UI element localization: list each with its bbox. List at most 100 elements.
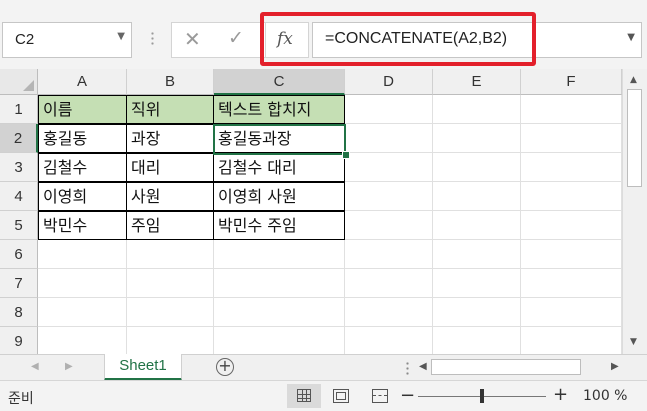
vertical-scrollbar[interactable]: ▲ ▼ <box>622 69 647 354</box>
expand-formula-icon[interactable]: ▼ <box>627 32 635 43</box>
drag-handle-icon[interactable] <box>151 31 154 47</box>
cell-a1[interactable]: 이름 <box>38 95 127 124</box>
cell-a2[interactable]: 홍길동 <box>38 124 127 153</box>
empty-cell[interactable] <box>214 269 345 298</box>
cell-a4[interactable]: 이영희 <box>38 182 127 211</box>
empty-cell[interactable] <box>521 211 622 240</box>
empty-cell[interactable] <box>433 327 521 354</box>
page-break-icon[interactable] <box>372 389 388 403</box>
grid-icon <box>297 389 311 402</box>
vertical-scroll-thumb[interactable] <box>627 89 642 187</box>
empty-cell[interactable] <box>433 269 521 298</box>
empty-cell[interactable] <box>433 95 521 124</box>
empty-cell[interactable] <box>345 327 433 354</box>
empty-cell[interactable] <box>38 269 127 298</box>
row-header-3[interactable]: 3 <box>0 153 38 182</box>
zoom-level[interactable]: 100 % <box>583 388 627 404</box>
scroll-up-icon[interactable]: ▲ <box>630 75 637 85</box>
cell-b5[interactable]: 주임 <box>126 211 214 240</box>
cell-c4[interactable]: 이영희 사원 <box>213 182 345 211</box>
normal-view-button[interactable] <box>287 384 321 408</box>
empty-cell[interactable] <box>38 327 127 354</box>
cell-b1[interactable]: 직위 <box>126 95 214 124</box>
horizontal-scrollbar[interactable]: ◀ ▶ <box>419 358 622 377</box>
empty-cell[interactable] <box>345 182 433 211</box>
tab-split-handle-icon[interactable] <box>406 361 409 375</box>
column-header-f[interactable]: F <box>521 69 622 95</box>
empty-cell[interactable] <box>127 327 214 354</box>
add-sheet-icon[interactable]: + <box>216 358 234 376</box>
empty-cell[interactable] <box>521 182 622 211</box>
empty-cell[interactable] <box>433 211 521 240</box>
empty-cell[interactable] <box>433 124 521 153</box>
prev-sheet-icon[interactable]: ◀ <box>31 361 39 372</box>
column-header-e[interactable]: E <box>433 69 521 95</box>
check-icon[interactable]: ✓ <box>228 27 244 49</box>
row-header-5[interactable]: 5 <box>0 211 38 240</box>
empty-cell[interactable] <box>433 298 521 327</box>
highlight-box <box>260 12 536 66</box>
empty-cell[interactable] <box>521 240 622 269</box>
empty-cell[interactable] <box>38 240 127 269</box>
empty-cell[interactable] <box>521 153 622 182</box>
row-header-6[interactable]: 6 <box>0 240 38 269</box>
empty-cell[interactable] <box>345 211 433 240</box>
column-header-a[interactable]: A <box>38 69 127 95</box>
scroll-left-icon[interactable]: ◀ <box>419 361 427 372</box>
next-sheet-icon[interactable]: ▶ <box>65 361 73 372</box>
empty-cell[interactable] <box>345 124 433 153</box>
cell-c3[interactable]: 김철수 대리 <box>213 153 345 182</box>
empty-cell[interactable] <box>433 182 521 211</box>
column-header-d[interactable]: D <box>345 69 433 95</box>
scroll-down-icon[interactable]: ▼ <box>630 337 637 347</box>
empty-cell[interactable] <box>38 298 127 327</box>
empty-cell[interactable] <box>521 298 622 327</box>
column-header-b[interactable]: B <box>127 69 214 95</box>
cancel-icon[interactable]: ✕ <box>184 27 201 51</box>
cell-b2[interactable]: 과장 <box>126 124 214 153</box>
row-header-8[interactable]: 8 <box>0 298 38 327</box>
empty-cell[interactable] <box>345 298 433 327</box>
sheet-tab-sheet1[interactable]: Sheet1 <box>104 354 182 381</box>
empty-cell[interactable] <box>345 269 433 298</box>
chevron-down-icon[interactable]: ▼ <box>117 31 125 42</box>
scroll-right-icon[interactable]: ▶ <box>611 361 619 372</box>
empty-cell[interactable] <box>521 95 622 124</box>
cell-b3[interactable]: 대리 <box>126 153 214 182</box>
empty-cell[interactable] <box>521 269 622 298</box>
page-layout-icon[interactable] <box>333 389 349 403</box>
empty-cell[interactable] <box>521 124 622 153</box>
zoom-slider-thumb[interactable] <box>480 389 484 403</box>
cell-a3[interactable]: 김철수 <box>38 153 127 182</box>
zoom-out-icon[interactable]: − <box>400 385 415 406</box>
formula-bar: C2 ▼ ✕ ✓ fx =CONCATENATE(A2,B2) ▼ <box>0 0 647 69</box>
status-bar: 준비 − + 100 % <box>0 380 647 411</box>
empty-cell[interactable] <box>127 269 214 298</box>
empty-cell[interactable] <box>521 327 622 354</box>
row-header-7[interactable]: 7 <box>0 269 38 298</box>
empty-cell[interactable] <box>214 240 345 269</box>
empty-cell[interactable] <box>345 95 433 124</box>
empty-cell[interactable] <box>127 298 214 327</box>
empty-cell[interactable] <box>433 240 521 269</box>
cell-c1[interactable]: 텍스트 합치지 <box>213 95 345 124</box>
empty-cell[interactable] <box>345 153 433 182</box>
fill-handle[interactable] <box>342 151 350 159</box>
row-header-4[interactable]: 4 <box>0 182 38 211</box>
zoom-in-icon[interactable]: + <box>553 384 568 405</box>
empty-cell[interactable] <box>214 298 345 327</box>
empty-cell[interactable] <box>433 153 521 182</box>
name-box[interactable]: C2 ▼ <box>2 22 132 58</box>
select-all-button[interactable] <box>0 69 38 95</box>
horizontal-scroll-thumb[interactable] <box>431 359 581 375</box>
empty-cell[interactable] <box>345 240 433 269</box>
row-header-2[interactable]: 2 <box>0 124 38 153</box>
row-header-9[interactable]: 9 <box>0 327 38 354</box>
empty-cell[interactable] <box>127 240 214 269</box>
row-header-1[interactable]: 1 <box>0 95 38 124</box>
cell-b4[interactable]: 사원 <box>126 182 214 211</box>
cell-a5[interactable]: 박민수 <box>38 211 127 240</box>
column-header-c[interactable]: C <box>214 69 345 95</box>
cell-c5[interactable]: 박민수 주임 <box>213 211 345 240</box>
empty-cell[interactable] <box>214 327 345 354</box>
